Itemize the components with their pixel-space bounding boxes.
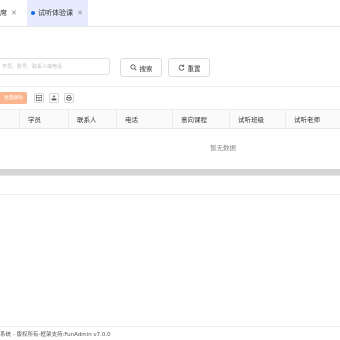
- active-dot-icon: [31, 11, 35, 15]
- close-icon[interactable]: ✕: [77, 9, 83, 17]
- column-label: 电话: [125, 116, 138, 124]
- column-label: 意向课程: [181, 116, 207, 124]
- column-header[interactable]: 联系人: [69, 110, 117, 128]
- search-icon: [129, 64, 137, 71]
- tab-trial-lesson[interactable]: 试听体验课 ✕: [27, 0, 88, 26]
- footer-text: 系统 - 版权所有-框架支持:FunAdmin v7.0.0: [0, 331, 111, 338]
- refresh-icon: [178, 64, 185, 71]
- reset-button-label: 重置: [187, 64, 201, 73]
- column-header[interactable]: 电话: [117, 110, 173, 128]
- checkbox-column: [0, 110, 20, 128]
- export-icon[interactable]: [49, 93, 59, 103]
- search-button[interactable]: 搜索: [120, 58, 162, 77]
- batch-delete-button[interactable]: 批量删除: [0, 92, 27, 104]
- column-header[interactable]: 试听老师: [286, 110, 340, 128]
- grid-icon[interactable]: [34, 93, 44, 103]
- divider: [0, 86, 340, 87]
- search-button-label: 搜索: [139, 64, 153, 73]
- tab-prev[interactable]: 席 ✕: [0, 0, 26, 26]
- divider: [0, 175, 340, 176]
- column-label: 试听老师: [294, 116, 320, 124]
- column-label: 学员: [28, 116, 41, 124]
- footer: 系统 - 版权所有-框架支持:FunAdmin v7.0.0: [0, 326, 340, 340]
- column-header[interactable]: 学员: [20, 110, 69, 128]
- print-icon[interactable]: [64, 93, 74, 103]
- batch-delete-label: 批量删除: [4, 96, 23, 101]
- column-label: 联系人: [77, 116, 97, 124]
- empty-state: 暂无数据: [210, 144, 236, 152]
- divider: [0, 194, 340, 195]
- search-input[interactable]: [0, 58, 110, 75]
- tab-label: 席: [0, 9, 7, 17]
- tab-label: 试听体验课: [38, 9, 73, 17]
- tab-bar: 席 ✕ 试听体验课 ✕: [0, 0, 340, 27]
- reset-button[interactable]: 重置: [168, 58, 210, 77]
- table-header: 学员 联系人 电话 意向课程 试听班级 试听老师: [0, 109, 340, 129]
- close-icon[interactable]: ✕: [11, 9, 17, 17]
- column-header[interactable]: 试听班级: [230, 110, 286, 128]
- column-header[interactable]: 意向课程: [173, 110, 230, 128]
- column-label: 试听班级: [238, 116, 264, 124]
